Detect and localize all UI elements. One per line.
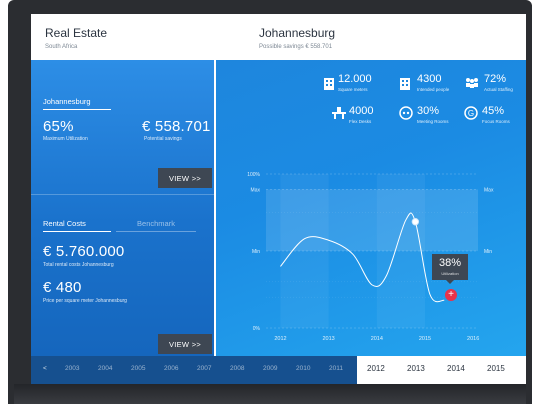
flex-desks-caption: Flex Desks: [349, 119, 372, 124]
focus-icon: G: [464, 106, 478, 122]
x-tick-label: 2014: [371, 336, 383, 342]
tooltip-label: Utilization: [441, 271, 459, 276]
timeline-year-2012[interactable]: 2012: [367, 364, 385, 373]
y-tick-label: 0%: [253, 326, 261, 332]
timeline-year-2013[interactable]: 2013: [407, 364, 425, 373]
max-utilization-caption: Maximum Utilization: [43, 136, 88, 142]
meeting-rooms-value: 30%: [417, 105, 440, 117]
x-tick-label: 2015: [419, 336, 431, 342]
view-button-utilization[interactable]: VIEW >>: [158, 168, 212, 188]
flex-desks-value: 4000: [349, 105, 374, 117]
square-meters-caption: Square meters: [338, 87, 368, 92]
y-tick-label: Max: [251, 187, 261, 193]
focus-rooms-value: 45%: [482, 105, 505, 117]
tooltip-arrow: [446, 280, 454, 284]
timeline-year-2011[interactable]: 2011: [329, 365, 343, 372]
potential-savings-value: € 558.701: [142, 118, 211, 135]
tooltip-value: 38%: [438, 257, 462, 269]
rental-costs-value: € 5.760.000: [43, 243, 125, 260]
meeting-icon: [399, 106, 413, 122]
tab-johannesburg[interactable]: Johannesburg: [43, 97, 111, 110]
timeline-bar: < 2003 2004 2005 2006 2007 2008 2009 2010 2011 2…: [31, 356, 526, 384]
x-tick-label: 2016: [467, 336, 479, 342]
actual-staffing-value: 72%: [484, 73, 507, 85]
tab-rental-costs[interactable]: Rental Costs: [43, 219, 111, 232]
actual-staffing-caption: Actual Staffing: [484, 87, 513, 92]
timeline-year-2008[interactable]: 2008: [230, 365, 244, 372]
rental-costs-caption: Total rental costs Johannesburg: [43, 262, 114, 268]
x-tick-label: 2012: [274, 336, 286, 342]
building-icon: [323, 76, 335, 92]
intended-people-value: 4300: [417, 73, 442, 85]
max-utilization-value: 65%: [43, 118, 74, 135]
monitor-stand: [14, 384, 526, 404]
timeline-year-2014[interactable]: 2014: [447, 364, 465, 373]
desk-icon: [332, 107, 346, 121]
timeline-year-2007[interactable]: 2007: [197, 365, 211, 372]
timeline-back-icon[interactable]: <: [43, 365, 47, 372]
potential-savings-caption: Potential savings: [144, 136, 182, 142]
building-icon: [399, 76, 411, 92]
timeline-year-2006[interactable]: 2006: [164, 365, 178, 372]
intended-people-caption: Intended people: [417, 87, 450, 92]
possible-savings-label: Possible savings € 558.701: [259, 44, 333, 50]
timeline-year-2015[interactable]: 2015: [487, 364, 505, 373]
future-years: 2012 2013 2014 2015: [357, 356, 526, 384]
header: Real Estate South Africa Johannesburg Po…: [31, 14, 526, 61]
dashboard-screen: Real Estate South Africa Johannesburg Po…: [31, 14, 526, 384]
y-tick-label-right: Max: [484, 187, 494, 193]
timeline-year-2004[interactable]: 2004: [98, 365, 112, 372]
city-title: Johannesburg: [259, 26, 336, 40]
timeline-year-2009[interactable]: 2009: [263, 365, 277, 372]
y-tick-label: Min: [252, 249, 260, 255]
square-meters-value: 12.000: [338, 73, 372, 85]
people-icon: [464, 77, 480, 91]
x-tick-label: 2013: [323, 336, 335, 342]
section-divider: [31, 194, 214, 195]
left-panel: Johannesburg 65% Maximum Utilization € 5…: [31, 60, 214, 356]
utilization-chart: 100% Max Min 0% Max Min 2012 2013 2014 2015 2016: [247, 172, 494, 342]
highlight-point: [411, 218, 420, 226]
view-button-rental[interactable]: VIEW >>: [158, 334, 212, 354]
app-title: Real Estate: [45, 26, 108, 40]
meeting-rooms-caption: Meeting Rooms: [417, 119, 449, 124]
region-label: South Africa: [45, 44, 78, 50]
price-per-sqm-caption: Price per square meter Johannesburg: [43, 298, 127, 304]
y-tick-label: 100%: [247, 172, 260, 178]
focus-rooms-caption: Focus Rooms: [482, 119, 510, 124]
utilization-tooltip: 38% Utilization: [432, 254, 468, 284]
y-tick-label-right: Min: [484, 249, 492, 255]
price-per-sqm-value: € 480: [43, 279, 82, 296]
svg-text:G: G: [468, 109, 474, 118]
timeline-year-2010[interactable]: 2010: [296, 365, 310, 372]
timeline-year-2005[interactable]: 2005: [131, 365, 145, 372]
add-point-button[interactable]: +: [445, 289, 457, 301]
right-panel: 12.000 Square meters 4300 Intended peopl…: [216, 60, 526, 356]
timeline-year-2003[interactable]: 2003: [65, 365, 79, 372]
target-range-band: [266, 189, 478, 251]
tab-benchmark[interactable]: Benchmark: [116, 219, 196, 232]
